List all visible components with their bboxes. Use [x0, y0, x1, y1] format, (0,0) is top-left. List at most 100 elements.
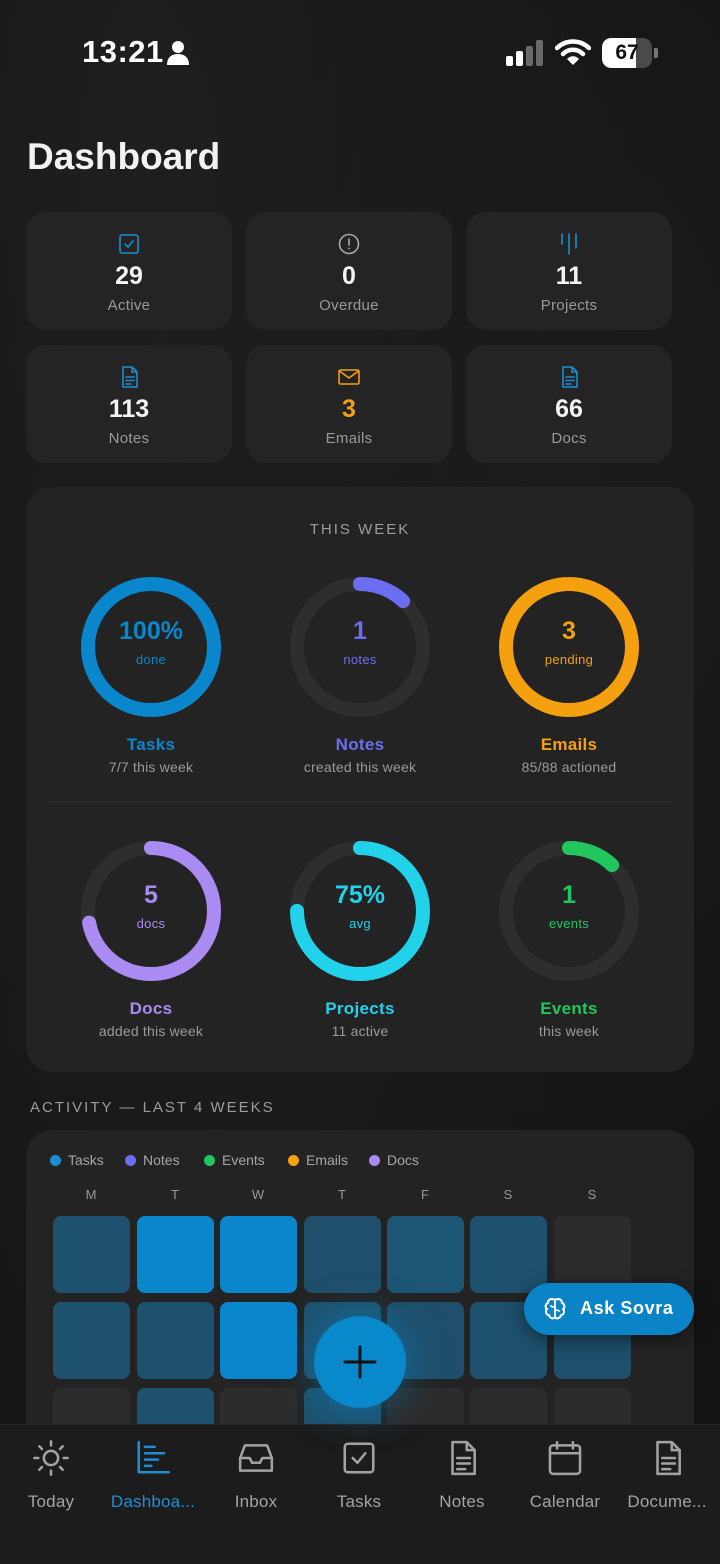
stat-value: 3	[342, 395, 356, 423]
calendar-icon	[548, 1440, 582, 1476]
ring-progress-arc	[81, 577, 221, 717]
day-label: F	[421, 1187, 429, 1202]
legend-dot	[369, 1155, 380, 1166]
ring-title: Projects	[325, 999, 395, 1018]
battery-level: 67	[615, 41, 639, 64]
plus-icon	[343, 1345, 377, 1379]
stat-card-active[interactable]: 29 Active	[26, 212, 232, 330]
heatmap-cell[interactable]	[387, 1216, 464, 1293]
legend-label: Events	[222, 1152, 265, 1168]
legend-item-docs[interactable]: Docs	[369, 1152, 419, 1170]
legend-item-notes[interactable]: Notes	[125, 1152, 180, 1170]
stat-card-projects[interactable]: 11 Projects	[466, 212, 672, 330]
legend-item-emails[interactable]: Emails	[288, 1152, 348, 1170]
tab-label: Tasks	[336, 1492, 382, 1511]
stat-value: 0	[342, 262, 356, 290]
ring-title: Emails	[540, 735, 598, 754]
tab-today[interactable]: Today	[1, 1437, 101, 1517]
ring-sublabel: notes	[343, 652, 377, 667]
signal-icon	[506, 40, 543, 66]
document-icon	[656, 1440, 681, 1476]
heatmap-cell[interactable]	[137, 1216, 214, 1293]
day-label: M	[85, 1187, 97, 1202]
ring-docs[interactable]: 5 docs	[76, 836, 226, 986]
heatmap-cell[interactable]	[470, 1216, 547, 1293]
stat-label: Projects	[540, 297, 598, 314]
tab-tasks[interactable]: Tasks	[309, 1437, 409, 1517]
ring-events[interactable]: 1 events	[494, 836, 644, 986]
columns-icon	[561, 233, 577, 255]
ring-projects[interactable]: 75% avg	[285, 836, 435, 986]
bar-chart-icon	[137, 1440, 171, 1474]
heatmap-cell[interactable]	[137, 1302, 214, 1379]
add-button[interactable]	[314, 1316, 406, 1408]
progress-ring	[81, 841, 221, 981]
tab-bar: Today Dashboa... Inbox Tasks Notes Calendar Do…	[0, 1424, 720, 1564]
heatmap-cell[interactable]	[220, 1216, 297, 1293]
activity-title: ACTIVITY — LAST 4 WEEKS	[30, 1099, 275, 1116]
ring-value: 100%	[119, 617, 183, 645]
ring-description: this week	[538, 1023, 600, 1039]
tab-notes[interactable]: Notes	[412, 1437, 512, 1517]
ring-sublabel: docs	[136, 916, 166, 931]
mail-icon	[338, 369, 360, 385]
tab-inbox[interactable]: Inbox	[206, 1437, 306, 1517]
tab-label: Calendar	[529, 1492, 601, 1511]
stat-label: Emails	[325, 430, 373, 447]
ring-description: 85/88 actioned	[521, 759, 617, 775]
divider	[48, 801, 672, 802]
ring-value: 5	[144, 881, 158, 909]
tab-label: Notes	[439, 1492, 485, 1511]
stat-card-docs[interactable]: 66 Docs	[466, 345, 672, 463]
person-icon	[167, 41, 189, 65]
stat-card-overdue[interactable]: 0 Overdue	[246, 212, 452, 330]
heatmap-cell[interactable]	[220, 1302, 297, 1379]
day-label: W	[251, 1187, 265, 1202]
stat-value: 113	[108, 395, 150, 423]
this-week-title: THIS WEEK	[309, 521, 411, 538]
inbox-icon	[238, 1444, 274, 1472]
heatmap-cell[interactable]	[554, 1216, 631, 1293]
stat-card-notes[interactable]: 113 Notes	[26, 345, 232, 463]
heatmap-cell[interactable]	[304, 1216, 381, 1293]
legend-item-tasks[interactable]: Tasks	[50, 1152, 104, 1170]
stat-card-emails[interactable]: 3 Emails	[246, 345, 452, 463]
legend-dot	[288, 1155, 299, 1166]
heatmap-cell[interactable]	[53, 1216, 130, 1293]
tab-label: Docume...	[627, 1492, 707, 1511]
document-icon	[562, 366, 578, 388]
page-title: Dashboard	[27, 136, 221, 177]
heatmap-cell[interactable]	[53, 1302, 130, 1379]
tab-docume[interactable]: Docume...	[617, 1437, 717, 1517]
ring-description: 7/7 this week	[108, 759, 194, 775]
ring-sublabel: events	[548, 916, 590, 931]
stat-label: Docs	[551, 430, 587, 447]
stat-label: Notes	[108, 430, 150, 447]
ring-title: Docs	[129, 999, 173, 1018]
tab-calendar[interactable]: Calendar	[515, 1437, 615, 1517]
ask-sovra-button[interactable]: Ask Sovra	[524, 1283, 694, 1335]
ring-description: 11 active	[331, 1023, 389, 1039]
progress-ring	[81, 577, 221, 717]
brain-icon	[544, 1298, 566, 1320]
legend-item-events[interactable]: Events	[204, 1152, 265, 1170]
battery-indicator: 67	[602, 38, 658, 68]
ring-value: 1	[353, 617, 367, 645]
ring-tasks[interactable]: 100% done	[76, 572, 226, 722]
ask-sovra-label: Ask Sovra	[580, 1298, 674, 1318]
document-icon	[122, 366, 138, 388]
checkbox-icon	[343, 1442, 375, 1474]
day-label: S	[503, 1187, 513, 1202]
tab-dashboa[interactable]: Dashboa...	[103, 1437, 203, 1517]
ring-description: created this week	[303, 759, 417, 775]
legend-label: Emails	[306, 1152, 349, 1168]
ring-notes[interactable]: 1 notes	[285, 572, 435, 722]
progress-ring	[290, 841, 430, 981]
this-week-panel: THIS WEEK 100% done Tasks 7/7 this week 1 not…	[26, 487, 694, 1072]
stat-label: Overdue	[319, 297, 379, 314]
ring-emails[interactable]: 3 pending	[494, 572, 644, 722]
tab-label: Dashboa...	[110, 1492, 196, 1511]
ring-sublabel: done	[135, 652, 167, 667]
stat-value: 11	[555, 262, 583, 290]
ring-sublabel: pending	[544, 652, 594, 667]
